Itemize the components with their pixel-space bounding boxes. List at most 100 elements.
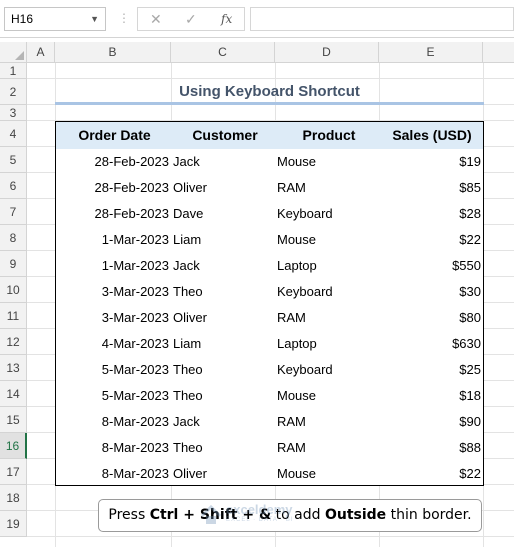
header-product[interactable]: Product xyxy=(277,122,381,149)
insert-function-icon[interactable]: fx xyxy=(221,12,232,26)
cell-product[interactable]: Keyboard xyxy=(277,279,380,305)
row-header-4[interactable]: 4 xyxy=(0,121,27,147)
cell-sales[interactable]: $630 xyxy=(380,331,482,357)
cell-customer[interactable]: Oliver xyxy=(173,175,276,201)
cancel-icon[interactable]: ✕ xyxy=(150,11,162,28)
cell-product[interactable]: Mouse xyxy=(277,383,380,409)
cell-product[interactable]: Laptop xyxy=(277,253,380,279)
cell-customer[interactable]: Theo xyxy=(173,383,276,409)
cell-sales[interactable]: $30 xyxy=(380,279,482,305)
cell-product[interactable]: RAM xyxy=(277,305,380,331)
table-row: 4-Mar-2023 Liam Laptop $630 xyxy=(56,331,483,357)
cell-order-date[interactable]: 1-Mar-2023 xyxy=(56,253,169,279)
cell-order-date[interactable]: 8-Mar-2023 xyxy=(56,461,169,487)
column-header-d[interactable]: D xyxy=(275,42,379,63)
row-header-7[interactable]: 7 xyxy=(0,199,27,225)
row-header-19[interactable]: 19 xyxy=(0,511,27,537)
row-header-12[interactable]: 12 xyxy=(0,329,27,355)
cell-product[interactable]: RAM xyxy=(277,409,380,435)
cell-order-date[interactable]: 5-Mar-2023 xyxy=(56,383,169,409)
row-header-15[interactable]: 15 xyxy=(0,407,27,433)
row-header-6[interactable]: 6 xyxy=(0,173,27,199)
row-header-10[interactable]: 10 xyxy=(0,277,27,303)
select-all-button[interactable] xyxy=(0,42,27,63)
row-header-13[interactable]: 13 xyxy=(0,355,27,381)
row-header-18[interactable]: 18 xyxy=(0,485,27,511)
cell-sales[interactable]: $25 xyxy=(380,357,482,383)
cell-customer[interactable]: Theo xyxy=(173,357,276,383)
cell-product[interactable]: Keyboard xyxy=(277,357,380,383)
row-header-1[interactable]: 1 xyxy=(0,63,27,79)
title-underline xyxy=(55,102,484,105)
column-header-f[interactable] xyxy=(483,42,514,63)
cell-customer[interactable]: Theo xyxy=(173,279,276,305)
row-header-17[interactable]: 17 xyxy=(0,459,27,485)
table-row: 5-Mar-2023 Theo Mouse $18 xyxy=(56,383,483,409)
cell-sales[interactable]: $22 xyxy=(380,461,482,487)
column-header-a[interactable]: A xyxy=(27,42,55,63)
enter-icon[interactable]: ✓ xyxy=(185,11,197,28)
cell-order-date[interactable]: 8-Mar-2023 xyxy=(56,409,169,435)
table-row: 3-Mar-2023 Oliver RAM $80 xyxy=(56,305,483,331)
row-header-5[interactable]: 5 xyxy=(0,147,27,173)
cell-sales[interactable]: $88 xyxy=(380,435,482,461)
cell-order-date[interactable]: 1-Mar-2023 xyxy=(56,227,169,253)
cell-sales[interactable]: $85 xyxy=(380,175,482,201)
cell-sales[interactable]: $22 xyxy=(380,227,482,253)
select-all-triangle-icon xyxy=(15,51,24,60)
row-header-3[interactable]: 3 xyxy=(0,105,27,121)
formula-bar-grip-icon[interactable]: ⋮ xyxy=(118,11,130,25)
cell-customer[interactable]: Jack xyxy=(173,149,276,175)
header-sales[interactable]: Sales (USD) xyxy=(381,122,483,149)
row-header-16[interactable]: 16 xyxy=(0,433,27,459)
cell-order-date[interactable]: 28-Feb-2023 xyxy=(56,175,169,201)
cell-sales[interactable]: $28 xyxy=(380,201,482,227)
cell-product[interactable]: Mouse xyxy=(277,227,380,253)
table-row: 28-Feb-2023 Oliver RAM $85 xyxy=(56,175,483,201)
column-header-b[interactable]: B xyxy=(55,42,171,63)
cell-product[interactable]: Mouse xyxy=(277,461,380,487)
header-customer[interactable]: Customer xyxy=(173,122,277,149)
cell-order-date[interactable]: 28-Feb-2023 xyxy=(56,149,169,175)
cell-order-date[interactable]: 5-Mar-2023 xyxy=(56,357,169,383)
table-row: 28-Feb-2023 Jack Mouse $19 xyxy=(56,149,483,175)
row-header-11[interactable]: 11 xyxy=(0,303,27,329)
row-header-8[interactable]: 8 xyxy=(0,225,27,251)
cell-sales[interactable]: $19 xyxy=(380,149,482,175)
cell-customer[interactable]: Oliver xyxy=(173,461,276,487)
cell-product[interactable]: RAM xyxy=(277,435,380,461)
cell-customer[interactable]: Liam xyxy=(173,331,276,357)
cell-order-date[interactable]: 3-Mar-2023 xyxy=(56,305,169,331)
cell-customer[interactable]: Theo xyxy=(173,435,276,461)
cell-customer[interactable]: Jack xyxy=(173,409,276,435)
cell-product[interactable]: RAM xyxy=(277,175,380,201)
cell-order-date[interactable]: 8-Mar-2023 xyxy=(56,435,169,461)
name-box[interactable]: H16 ▼ xyxy=(4,7,106,31)
gridline xyxy=(27,78,514,79)
cell-product[interactable]: Keyboard xyxy=(277,201,380,227)
cell-sales[interactable]: $80 xyxy=(380,305,482,331)
row-header-14[interactable]: 14 xyxy=(0,381,27,407)
cell-order-date[interactable]: 3-Mar-2023 xyxy=(56,279,169,305)
row-header-9[interactable]: 9 xyxy=(0,251,27,277)
cell-sales[interactable]: $18 xyxy=(380,383,482,409)
formula-input[interactable] xyxy=(250,7,514,31)
note-key-ampersand: & xyxy=(258,507,272,523)
header-order-date[interactable]: Order Date xyxy=(56,122,173,149)
cell-sales[interactable]: $90 xyxy=(380,409,482,435)
cell-product[interactable]: Mouse xyxy=(277,149,380,175)
column-header-c[interactable]: C xyxy=(171,42,275,63)
cell-order-date[interactable]: 28-Feb-2023 xyxy=(56,201,169,227)
cell-customer[interactable]: Liam xyxy=(173,227,276,253)
cell-customer[interactable]: Jack xyxy=(173,253,276,279)
cell-product[interactable]: Laptop xyxy=(277,331,380,357)
cell-sales[interactable]: $550 xyxy=(380,253,482,279)
cell-customer[interactable]: Oliver xyxy=(173,305,276,331)
cell-order-date[interactable]: 4-Mar-2023 xyxy=(56,331,169,357)
chevron-down-icon[interactable]: ▼ xyxy=(90,8,99,30)
row-header-2[interactable]: 2 xyxy=(0,79,27,105)
table-row: 3-Mar-2023 Theo Keyboard $30 xyxy=(56,279,483,305)
formula-buttons: ✕ ✓ fx xyxy=(137,7,245,31)
cell-customer[interactable]: Dave xyxy=(173,201,276,227)
column-header-e[interactable]: E xyxy=(379,42,483,63)
